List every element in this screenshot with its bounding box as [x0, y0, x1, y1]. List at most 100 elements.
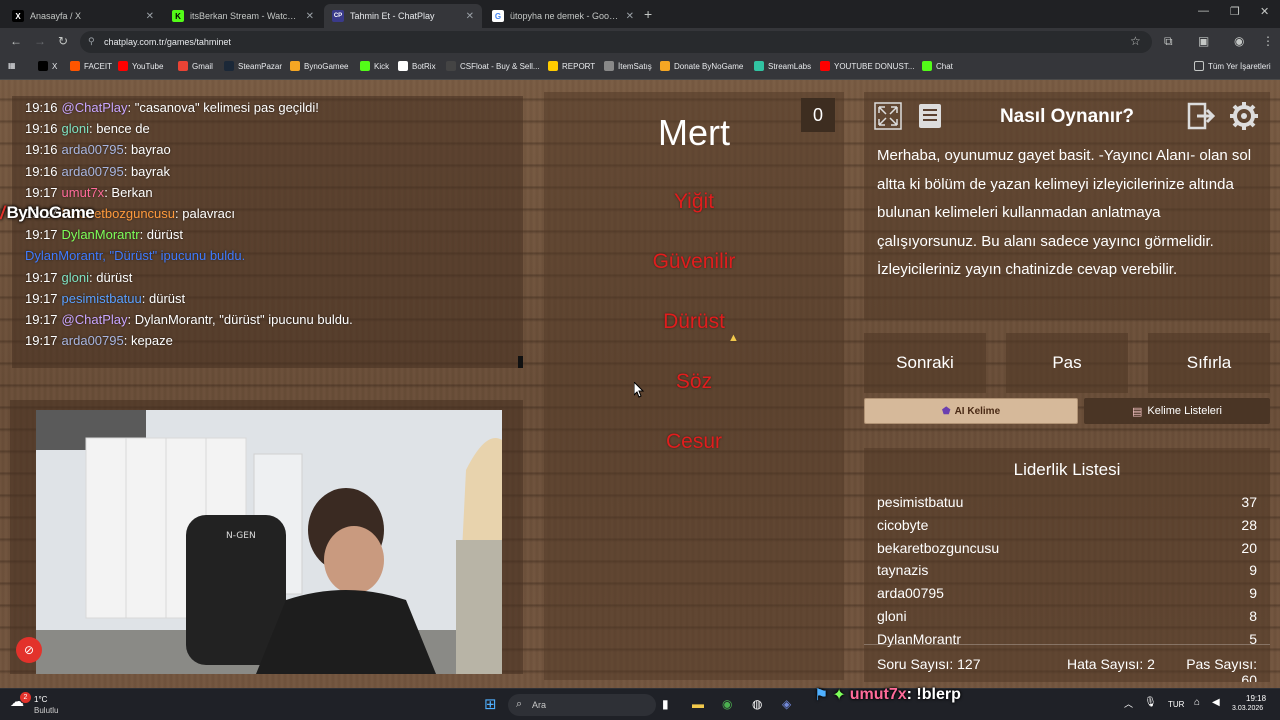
tab-kick[interactable]: K itsBerkan Stream - Watch Live o ✕ [164, 4, 322, 28]
tray-chevron-icon[interactable]: ︿ [1124, 697, 1133, 710]
chat-text: : dürüst [141, 290, 186, 306]
error-count: Hata Sayısı: 2 [1067, 656, 1155, 672]
url-input[interactable]: ⚲ chatplay.com.tr/games/tahminet [80, 31, 1152, 53]
all-bookmarks[interactable]: Tüm Yer İşaretleri [1194, 61, 1271, 71]
tab-chatplay[interactable]: CP Tahmin Et - ChatPlay ✕ [324, 4, 482, 28]
fullscreen-icon[interactable] [872, 100, 904, 132]
bookmark-faceit[interactable]: FACEIT [70, 61, 112, 71]
bookmark-botrix[interactable]: BotRix [398, 61, 436, 71]
chat-timestamp: 19:17 [25, 227, 58, 243]
address-toolbar: ← → ↻ ⚲ chatplay.com.tr/games/tahminet ☆… [0, 28, 1280, 56]
folder-icon [548, 61, 558, 71]
bookmark-itemsatis[interactable]: İtemSatış [604, 61, 652, 71]
close-icon[interactable]: ✕ [306, 11, 314, 22]
list-icon: ▤ [1132, 405, 1143, 418]
taskbar-search[interactable]: ⌕ Ara [508, 694, 656, 716]
bookmark-x[interactable]: X [38, 61, 57, 71]
chat-timestamp: 19:16 [25, 100, 58, 115]
profile-avatar-icon[interactable]: ◉ [1234, 34, 1244, 48]
reset-button[interactable]: Sıfırla [1148, 333, 1270, 393]
bookmark-report[interactable]: REPORT [548, 61, 595, 71]
network-icon[interactable]: ⌂ [1194, 697, 1200, 708]
chat-username[interactable]: @ChatPlay [62, 312, 128, 327]
site-info-icon[interactable]: ⚲ [88, 36, 95, 47]
tab-x[interactable]: X Anasayfa / X ✕ [4, 4, 162, 28]
leaderboard-player: gloni [877, 608, 907, 624]
microphone-icon[interactable]: 🎙 [1144, 697, 1157, 708]
bookmark-csfloat[interactable]: CSFloat - Buy & Sell... [446, 61, 540, 71]
notes-icon[interactable] [914, 100, 946, 132]
chat-username[interactable]: DylanMorantr [62, 227, 140, 242]
minimize-icon[interactable]: — [1198, 5, 1209, 17]
kick-logo-icon [922, 61, 932, 71]
chat-username[interactable]: arda00795 [62, 164, 124, 179]
next-button[interactable]: Sonraki [864, 333, 986, 393]
chat-message: 19:17 DylanMorantr: dürüst [25, 227, 183, 242]
windows-start-icon[interactable]: ⊞ [484, 695, 497, 713]
chat-username[interactable]: umut7x [62, 185, 105, 200]
chat-username[interactable]: @ChatPlay [62, 100, 128, 115]
streamlabs-logo-icon [754, 61, 764, 71]
logout-icon[interactable] [1186, 100, 1218, 132]
chat-username[interactable]: gloni [62, 121, 89, 136]
leaderboard-row: cicobyte 28 [877, 517, 1257, 533]
bookmark-kick[interactable]: Kick [360, 61, 389, 71]
chat-username[interactable]: arda00795 [62, 333, 124, 348]
webcam-image: N-GEN [36, 410, 502, 674]
bookmark-streamlabs[interactable]: StreamLabs [754, 61, 811, 71]
sidepanel-icon[interactable]: ▣ [1198, 34, 1209, 48]
bookmark-star-icon[interactable]: ☆ [1130, 34, 1141, 48]
chat-text: : DylanMorantr, "dürüst" ipucunu buldu. [127, 312, 353, 327]
ai-word-button[interactable]: ⬟ AI Kelime [864, 398, 1078, 424]
bookmark-gmail[interactable]: Gmail [178, 61, 213, 71]
back-icon[interactable]: ← [10, 34, 22, 48]
question-count: Soru Sayısı: 127 [877, 656, 981, 672]
close-icon[interactable]: ✕ [146, 11, 154, 22]
reload-icon[interactable]: ↻ [58, 34, 68, 48]
bookmark-youtube-donust[interactable]: YOUTUBE DONUST... [820, 61, 914, 71]
leaderboard-row: arda00795 9 [877, 585, 1257, 601]
x-logo-icon: X [12, 10, 24, 22]
file-explorer-icon[interactable]: ▬ [692, 697, 704, 711]
task-view-icon[interactable]: ▮ [662, 697, 669, 711]
tab-google[interactable]: G ütopyha ne demek - Google'da ✕ [484, 4, 642, 28]
pass-button[interactable]: Pas [1006, 333, 1128, 393]
bookmark-donate-bynogame[interactable]: Donate ByNoGame [660, 61, 743, 71]
weather-temp: 1°C [34, 695, 48, 704]
chat-timestamp: 19:16 [25, 163, 58, 179]
settings-gear-icon[interactable] [1228, 100, 1260, 132]
chat-username[interactable]: pesimistbatuu [62, 291, 142, 306]
chat-username[interactable]: gloni [62, 270, 89, 285]
chat-username[interactable]: DylanMorantr, [25, 248, 106, 263]
bookmark-youtube[interactable]: YouTube [118, 61, 163, 71]
menu-kebab-icon[interactable]: ⋮ [1262, 34, 1274, 48]
badge-icon: ⚑ [814, 687, 829, 704]
obs-icon[interactable]: ◍ [752, 697, 762, 711]
how-to-play-panel: Nasıl Oynanır? Merhaba, oyunumuz gayet b… [864, 92, 1270, 320]
leaderboard-score: 37 [1241, 494, 1257, 510]
bookmark-steampazar[interactable]: SteamPazar [224, 61, 282, 71]
volume-icon[interactable]: ◀ [1212, 697, 1220, 708]
chat-scrollbar[interactable] [518, 356, 523, 368]
close-icon[interactable]: ✕ [466, 11, 474, 22]
chat-timestamp: 19:17 [25, 290, 58, 306]
bookmark-bynogamee[interactable]: BynoGamee [290, 61, 348, 71]
apps-grid-icon[interactable]: ▦ [8, 61, 16, 70]
chrome-icon[interactable]: ◉ [722, 697, 732, 711]
chat-username[interactable]: arda00795 [62, 142, 124, 157]
window-close-icon[interactable]: ✕ [1260, 5, 1269, 18]
mouse-cursor-icon [634, 382, 645, 398]
extensions-icon[interactable]: ⧉ [1164, 34, 1173, 49]
new-tab-icon[interactable]: + [644, 6, 652, 22]
input-language[interactable]: TUR [1168, 700, 1184, 709]
close-icon[interactable]: ✕ [626, 11, 634, 22]
clock-time[interactable]: 19:18 [1246, 694, 1266, 703]
discord-icon[interactable]: ◈ [782, 697, 791, 711]
forward-icon[interactable]: → [34, 34, 46, 48]
restore-icon[interactable]: ❐ [1230, 5, 1240, 18]
bookmark-chat[interactable]: Chat [922, 61, 953, 71]
word-lists-button[interactable]: ▤ Kelime Listeleri [1084, 398, 1270, 424]
banned-word: Söz [675, 370, 713, 393]
kick-logo-icon: K [172, 10, 184, 22]
clock-date[interactable]: 3.03.2026 [1232, 705, 1263, 712]
